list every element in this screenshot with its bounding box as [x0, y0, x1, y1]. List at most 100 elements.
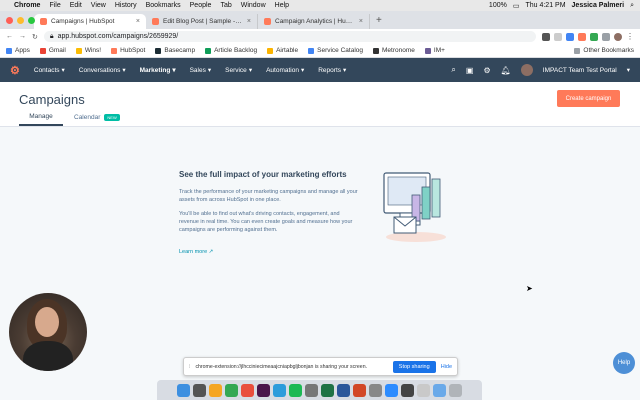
nav-contacts[interactable]: Contacts ▾: [34, 66, 65, 75]
minimize-window-button[interactable]: [17, 17, 24, 24]
profile-avatar[interactable]: [614, 32, 622, 41]
tab-calendar[interactable]: Calendar NEW: [74, 114, 120, 121]
extension-icon[interactable]: [590, 32, 598, 41]
basecamp-icon: [155, 47, 162, 54]
finder-icon[interactable]: [177, 383, 190, 397]
app-icon[interactable]: [209, 383, 222, 397]
browser-tab-edit-blog[interactable]: Edit Blog Post | Sample - How ×: [146, 14, 258, 29]
menu-file[interactable]: File: [49, 2, 60, 9]
screen-share-bar: ⁞ chrome-extension://jlhcciniecimeaajcni…: [183, 357, 458, 376]
menu-bookmarks[interactable]: Bookmarks: [146, 2, 181, 9]
chevron-down-icon: ▾: [207, 67, 212, 74]
browser-tab-campaigns[interactable]: Campaigns | HubSpot ×: [34, 14, 146, 29]
menu-people[interactable]: People: [190, 2, 212, 9]
menu-kebab-icon[interactable]: ⋮: [626, 32, 634, 41]
nav-sales[interactable]: Sales ▾: [190, 66, 212, 75]
extension-icon[interactable]: [542, 32, 550, 41]
forward-icon[interactable]: →: [19, 33, 26, 40]
powerpoint-icon[interactable]: [353, 383, 366, 397]
chevron-down-icon: ▾: [343, 67, 347, 74]
tab-manage[interactable]: Manage: [19, 113, 63, 126]
marketplace-icon[interactable]: ▣: [466, 66, 474, 75]
menu-tab[interactable]: Tab: [220, 2, 231, 9]
close-tab-icon[interactable]: ×: [359, 18, 363, 25]
drag-handle-icon[interactable]: ⁞: [189, 364, 190, 370]
hide-button[interactable]: Hide: [441, 364, 452, 370]
app-icon[interactable]: [417, 383, 430, 397]
stop-sharing-button[interactable]: Stop sharing: [392, 360, 436, 373]
hubspot-logo-icon[interactable]: ⚙: [10, 64, 20, 77]
user-avatar[interactable]: [520, 64, 533, 76]
external-link-icon: ↗: [208, 249, 214, 255]
settings-gear-icon[interactable]: ⚙: [483, 66, 490, 75]
close-window-button[interactable]: [6, 17, 13, 24]
nav-automation[interactable]: Automation ▾: [266, 66, 304, 75]
empty-state-paragraph: Track the performance of your marketing …: [179, 189, 358, 203]
new-badge: NEW: [104, 114, 120, 121]
portal-name[interactable]: IMPACT Team Test Portal: [543, 67, 617, 74]
tab-strip: Campaigns | HubSpot × Edit Blog Post | S…: [0, 11, 640, 29]
extension-icon[interactable]: [602, 32, 610, 41]
folder-icon[interactable]: [433, 383, 446, 397]
menu-help[interactable]: Help: [275, 2, 289, 9]
menu-window[interactable]: Window: [241, 2, 266, 9]
zoom-window-button[interactable]: [28, 17, 35, 24]
word-icon[interactable]: [337, 383, 350, 397]
nav-service[interactable]: Service ▾: [225, 66, 252, 75]
bookmark-im-plus[interactable]: IM+: [424, 47, 445, 54]
bookmark-wins[interactable]: Wins!: [75, 47, 101, 54]
app-icon[interactable]: [241, 383, 254, 397]
browser-tab-analytics[interactable]: Campaign Analytics | HubSpot ×: [258, 14, 370, 29]
user-name[interactable]: Jessica Palmeri: [572, 2, 625, 9]
slack-icon[interactable]: [257, 383, 270, 397]
back-icon[interactable]: ←: [6, 33, 13, 40]
reload-icon[interactable]: ↻: [32, 33, 38, 41]
help-button[interactable]: Help: [613, 352, 635, 374]
search-icon[interactable]: ⌕: [451, 65, 455, 75]
bookmark-service-catalog[interactable]: Service Catalog: [308, 47, 363, 54]
notifications-bell-icon[interactable]: 🔔︎: [501, 66, 511, 75]
battery-icon[interactable]: ▭: [513, 2, 520, 10]
screen-share-message: chrome-extension://jlhcciniecimeaajcniap…: [195, 363, 368, 370]
bookmark-basecamp[interactable]: Basecamp: [155, 47, 195, 54]
new-tab-icon[interactable]: +: [376, 15, 382, 26]
extension-icon[interactable]: [578, 32, 586, 41]
menu-history[interactable]: History: [115, 2, 137, 9]
excel-icon[interactable]: [321, 383, 334, 397]
menu-app[interactable]: Chrome: [14, 2, 40, 9]
trash-icon[interactable]: [449, 383, 462, 397]
close-tab-icon[interactable]: ×: [136, 18, 140, 25]
nav-utilities: ⌕ ▣ ⚙ 🔔︎ IMPACT Team Test Portal ▾: [451, 64, 630, 76]
spotify-icon[interactable]: [289, 383, 302, 397]
window-controls: [6, 17, 35, 24]
bookmark-apps[interactable]: Apps: [6, 47, 30, 54]
app-icon[interactable]: [401, 383, 414, 397]
learn-more-link[interactable]: Learn more ↗: [179, 249, 213, 255]
close-tab-icon[interactable]: ×: [247, 18, 251, 25]
extension-icon[interactable]: [566, 32, 574, 41]
menu-view[interactable]: View: [91, 2, 106, 9]
url-field[interactable]: 🔒︎ app.hubspot.com/campaigns/2659929/: [43, 31, 536, 42]
mac-dock: [157, 380, 482, 400]
bookmark-metronome[interactable]: Metronome: [373, 47, 415, 54]
bookmark-article-backlog[interactable]: Article Backlog: [205, 47, 257, 54]
clock[interactable]: Thu 4:21 PM: [525, 2, 565, 9]
create-campaign-button[interactable]: Create campaign: [557, 90, 620, 107]
menu-edit[interactable]: Edit: [70, 2, 82, 9]
app-icon[interactable]: [273, 383, 286, 397]
search-icon[interactable]: ⌕: [630, 2, 634, 10]
chevron-down-icon[interactable]: ▾: [627, 66, 630, 74]
star-icon[interactable]: [554, 32, 562, 41]
zoom-icon[interactable]: [385, 383, 398, 397]
nav-reports[interactable]: Reports ▾: [318, 66, 347, 75]
bookmark-airtable[interactable]: Airtable: [267, 47, 298, 54]
nav-marketing[interactable]: Marketing ▾: [140, 66, 176, 75]
app-icon[interactable]: [193, 383, 206, 397]
app-icon[interactable]: [369, 383, 382, 397]
nav-conversations[interactable]: Conversations ▾: [79, 66, 126, 75]
bookmark-gmail[interactable]: Gmail: [39, 47, 66, 54]
bookmark-hubspot[interactable]: HubSpot: [111, 47, 145, 54]
chrome-icon[interactable]: [225, 383, 238, 397]
app-icon[interactable]: [305, 383, 318, 397]
other-bookmarks[interactable]: Other Bookmarks: [574, 47, 634, 54]
